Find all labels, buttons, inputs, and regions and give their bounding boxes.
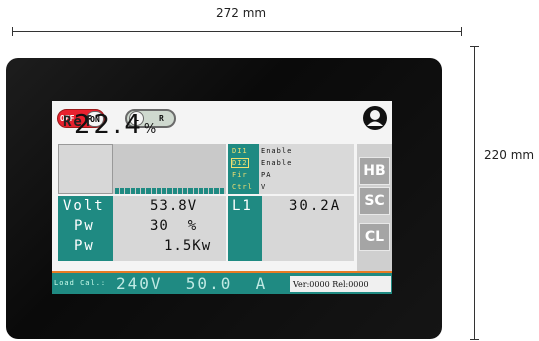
user-icon[interactable] [362,105,388,131]
version-text: Ver:0000 Rel:0000 [293,280,369,289]
ref-bargraph [115,188,224,194]
height-dimension-tick-bottom [470,339,479,340]
height-dimension-label: 220 mm [484,148,535,162]
load-cal-value: 240V 50.0 A [116,274,268,293]
width-dimension-label: 272 mm [216,6,267,20]
input-value-fir: PA [261,171,272,179]
pw-percent-value: 30 % [150,218,198,234]
width-dimension-tick-left [12,27,13,36]
ref-value-unit: % [143,122,157,137]
width-dimension-line [12,31,462,32]
volt-value: 53.8V [150,198,198,214]
ref-value-box [113,144,226,194]
ref-value-number: 22.4 [74,110,144,140]
width-dimension-tick-right [461,27,462,36]
l1-value: 30.2A [289,198,342,214]
sc-button[interactable]: SC [359,187,390,215]
input-key-di1: DI1 [232,147,248,155]
input-value-di1: Enable [261,147,293,155]
input-key-di2[interactable]: DI2 [231,158,249,168]
l1-label: L1 [232,198,253,214]
input-value-ctrl: V [261,183,267,191]
pw-kw-value: 1.5Kw [164,238,212,254]
load-cal-label: Load Cal.: [54,279,107,287]
height-dimension-tick-top [470,46,479,47]
height-dimension-line [474,46,475,340]
volt-label: Volt [63,198,105,214]
ref-value: 22.4% [74,110,156,140]
pw-kw-label: Pw [74,238,95,254]
input-key-fir: Fir [232,171,248,179]
input-key-ctrl: Ctrl [232,183,253,191]
input-value-di2: Enable [261,159,293,167]
pw-percent-label: Pw [74,218,95,234]
hb-button[interactable]: HB [359,157,390,185]
hmi-screen: OFF ON L R Ref 22.4% DI1 Enable DI2 Enab… [52,101,392,294]
lr-toggle-right-label: R [159,114,164,123]
ref-label-box [58,144,113,194]
cl-button[interactable]: CL [359,223,390,251]
